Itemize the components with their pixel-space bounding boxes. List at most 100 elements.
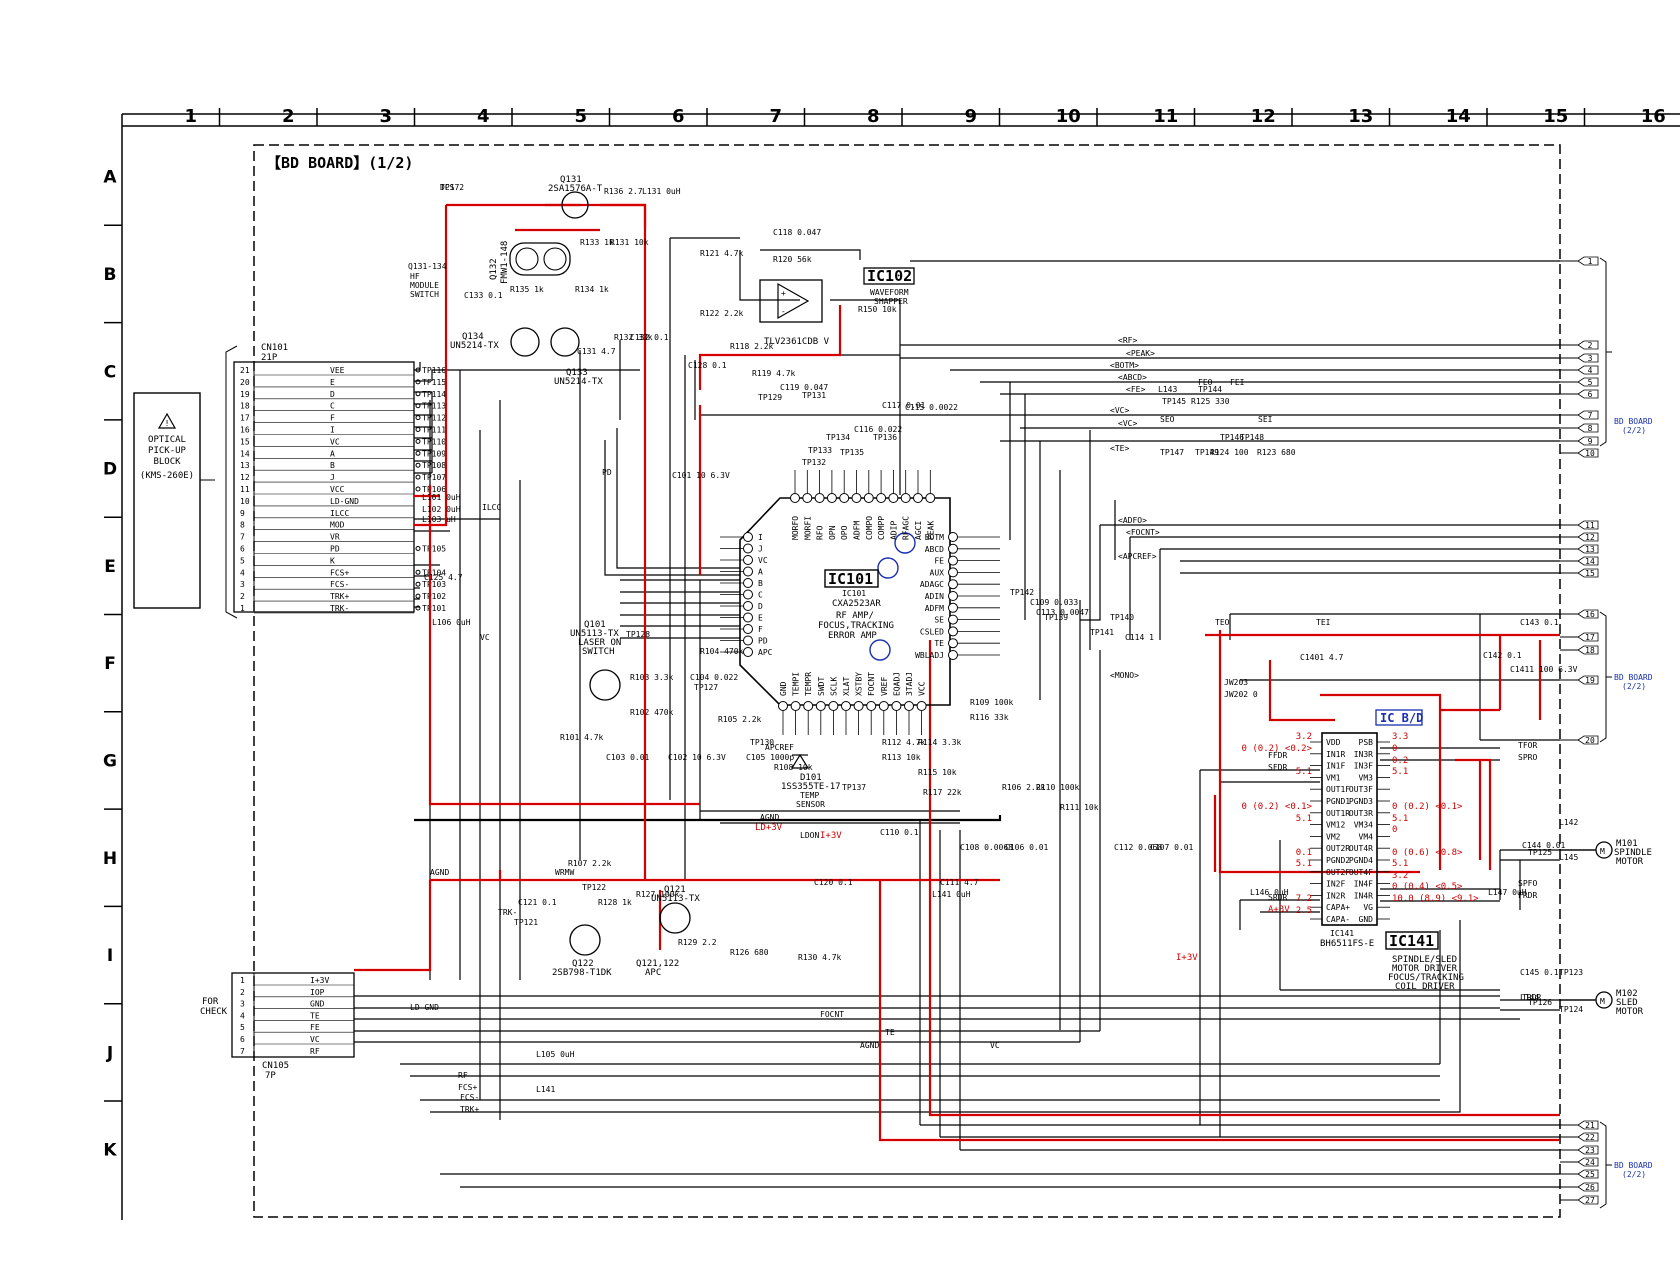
- q131-134-ref: Q131-134: [408, 262, 447, 271]
- svg-text:M: M: [1600, 997, 1605, 1006]
- cn101-pin-num: 11: [240, 485, 250, 494]
- bus-signal-number: 20: [1585, 736, 1595, 745]
- cn101-pin-num: 17: [240, 414, 250, 423]
- ic101-bottom-pin: SWDT: [817, 677, 826, 696]
- component-label: FEI: [1230, 378, 1245, 387]
- bus-signal-number: 15: [1585, 569, 1595, 578]
- ic101-left-pin: VC: [758, 556, 768, 565]
- grid-col-3: 3: [379, 106, 392, 127]
- ic101-top-pin: OPN: [828, 525, 837, 540]
- ic101-tag: IC101: [828, 570, 873, 588]
- ic141-right-voltage: 10.0 (8.9) <9.1>: [1392, 894, 1479, 904]
- ic141-left-pin: OUT2R: [1326, 844, 1350, 853]
- component-label: R128 1k: [598, 898, 632, 907]
- q131-134-d3: SWITCH: [410, 290, 439, 299]
- component-label: SPFO: [1518, 879, 1537, 888]
- component-label: R131 10k: [610, 238, 649, 247]
- component-label: VC: [480, 633, 490, 642]
- bus-signal-number: 26: [1585, 1183, 1595, 1192]
- ic101-top-pin: RFAGC: [902, 516, 911, 540]
- component-label: R119 4.7k: [752, 369, 796, 378]
- ic141-right-pin: OUT4F: [1349, 868, 1373, 877]
- svg-text:M: M: [1600, 847, 1605, 856]
- bus-signal-name: <FE>: [1126, 385, 1145, 394]
- component-label: TP137: [842, 783, 866, 792]
- component-label: C143 0.1: [1520, 618, 1559, 627]
- cn105-pin-name: IOP: [310, 988, 325, 997]
- component-label: R120 56k: [773, 255, 812, 264]
- cn101-pin-name: PD: [330, 545, 340, 554]
- ic101-bottom-pin: XLAT: [842, 677, 851, 696]
- cn101-pin-name: VCC: [330, 485, 345, 494]
- ic101-bottom-pin: 3TADJ: [905, 672, 914, 696]
- component-label: R125 330: [1191, 397, 1230, 406]
- cn101-pin-name: VC: [330, 437, 340, 446]
- cn101-testpoint: TP107: [422, 473, 446, 482]
- grid-row-C: C: [104, 362, 116, 382]
- component-label: SRDR: [1268, 893, 1287, 902]
- bus-signal-number: 12: [1585, 533, 1595, 542]
- ic101-left-pin: A: [758, 568, 763, 577]
- bus-signal-number: 22: [1585, 1133, 1595, 1142]
- bus-signal-number: 25: [1585, 1170, 1595, 1179]
- cn105-pin-name: FE: [310, 1023, 320, 1032]
- component-label: LD+3V: [755, 823, 783, 833]
- component-label: C1401 4.7: [1300, 653, 1344, 662]
- cn101-pin-name: TRK-: [330, 604, 349, 613]
- bus-signal-name: <FOCNT>: [1126, 528, 1160, 537]
- cn101-pin-num: 19: [240, 390, 250, 399]
- component-label: AGND: [430, 868, 449, 877]
- ic101-top-pin: MORFO: [791, 516, 800, 540]
- bus-signal-number: 2: [1588, 341, 1593, 350]
- cn101-pin-num: 14: [240, 449, 250, 458]
- component-label: TP133: [808, 446, 832, 455]
- ic101-desc-2: FOCUS,TRACKING: [818, 621, 894, 631]
- component-label: R121 4.7k: [700, 249, 744, 258]
- ic101-bottom-pin: GND: [779, 681, 788, 696]
- component-label: SPRO: [1518, 753, 1537, 762]
- ic101-bottom-pin: VCC: [918, 681, 927, 696]
- component-label: R107 2.2k: [568, 859, 612, 868]
- component-label: R102 470k: [630, 708, 674, 717]
- grid-col-5: 5: [574, 106, 587, 127]
- ic101-left-pin: F: [758, 625, 763, 634]
- svg-text:!: !: [165, 419, 170, 428]
- component-label: L101 0uH: [422, 493, 461, 502]
- ic101-right-pin: TE: [934, 639, 944, 648]
- component-label: TP147: [1160, 448, 1184, 457]
- component-label: C132 0.1: [630, 333, 669, 342]
- cn101-connector: CN101 21P 21 VEE TP11620 E TP11519 D TP11418 C T…: [233, 343, 446, 614]
- component-label: TP128: [626, 630, 650, 639]
- component-label: C111 4.7: [940, 878, 979, 887]
- ic141-right-pin: OUT3F: [1349, 785, 1373, 794]
- schematic-sheet: 1 2 3 4 5 6 7 8 9 10 11 12 13 14 15 16 ABCDEFGHIJK 【BD …: [0, 0, 1680, 1263]
- bd-page-1: (2/2): [1622, 426, 1646, 435]
- component-label: AGND: [860, 1041, 879, 1050]
- icbd-tag: IC B/D: [1380, 711, 1423, 725]
- ic101-right-pin: ADIN: [925, 592, 944, 601]
- component-label: TP148: [1240, 433, 1264, 442]
- component-label: R122 2.2k: [700, 309, 744, 318]
- bd-ref-2: BD BOARD: [1614, 673, 1653, 682]
- ic101-top-pin: COMPP: [877, 516, 886, 540]
- grid-row-J: J: [106, 1043, 113, 1063]
- bus-signal-name: <TE>: [1110, 444, 1129, 453]
- bus-signal-name: <ADFO>: [1118, 516, 1147, 525]
- cn101-pin-num: 2: [240, 592, 245, 601]
- q101-d2: SWITCH: [582, 647, 615, 657]
- component-label: C131 4.7: [577, 347, 616, 356]
- component-label: R103 3.3k: [630, 673, 674, 682]
- component-label: C145 0.1: [1520, 968, 1559, 977]
- grid-col-7: 7: [769, 106, 782, 127]
- component-label: C118 0.047: [773, 228, 821, 237]
- bus-signal-number: 19: [1585, 676, 1595, 685]
- component-label: LDON: [800, 831, 819, 840]
- grid-col-4: 4: [477, 106, 490, 127]
- ic141-left-voltage: 7.2: [1296, 894, 1312, 904]
- component-label: SEO: [1160, 415, 1175, 424]
- bus-signal-number: 16: [1585, 610, 1595, 619]
- component-label: C1411 100 6.3V: [1510, 665, 1578, 674]
- ic141-ref: IC141: [1330, 929, 1354, 938]
- ic141-right-pin: IN4R: [1354, 891, 1373, 900]
- bus-signal-name: <APCREF>: [1118, 552, 1157, 561]
